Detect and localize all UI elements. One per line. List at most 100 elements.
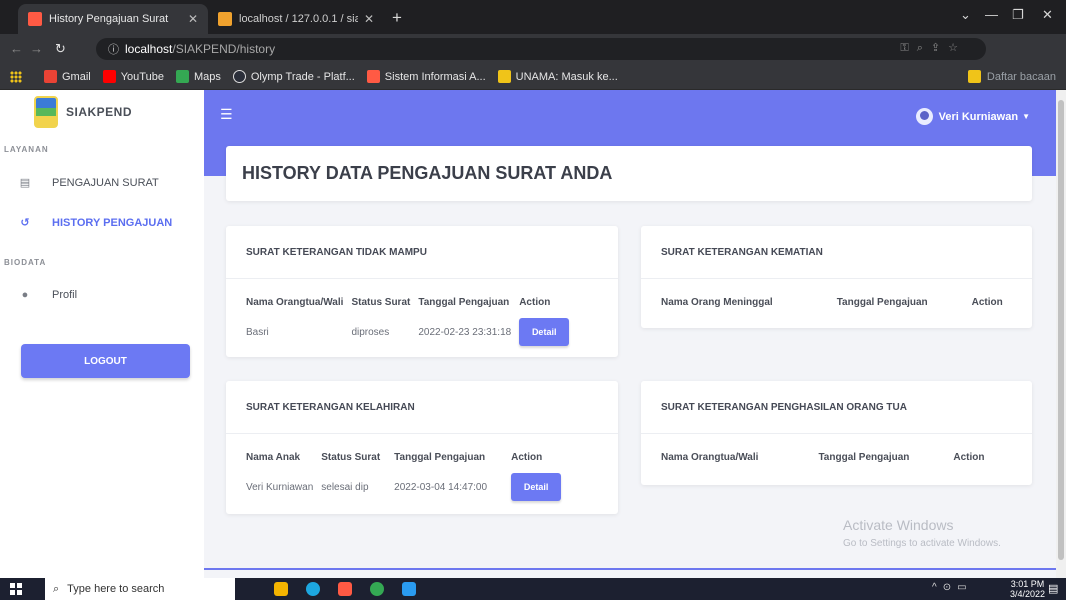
document-icon: ▤ — [19, 177, 31, 189]
table-header-row: Nama Orangtua/Wali Tanggal Pengajuan Act… — [661, 452, 992, 473]
detail-button[interactable]: Detail — [511, 473, 562, 501]
bookmark-olymp-trade[interactable]: Olymp Trade - Platf... — [232, 70, 355, 83]
page-scrollbar[interactable] — [1056, 90, 1066, 578]
new-tab-button[interactable]: + — [392, 8, 402, 28]
bookmark-sistem-informasi[interactable]: Sistem Informasi A... — [366, 70, 486, 83]
restore-window-icon[interactable]: ❐ — [1012, 7, 1024, 23]
url-host: localhost — [125, 42, 173, 56]
minimize-window-icon[interactable]: — — [985, 7, 998, 22]
system-tray-icons[interactable]: ^⊙▭ — [932, 582, 973, 593]
maps-icon — [175, 70, 189, 83]
card-surat-kelahiran: SURAT KETERANGAN KELAHIRAN Nama Anak Sta… — [226, 381, 618, 514]
sidebar: SIAKPEND LAYANAN ▤ PENGAJUAN SURAT ↺ HIS… — [0, 90, 204, 578]
column-header: Tanggal Pengajuan — [836, 297, 928, 308]
youtube-icon — [102, 70, 116, 83]
close-tab-icon[interactable]: ✕ — [188, 12, 198, 26]
back-icon[interactable]: ← — [10, 41, 23, 56]
taskbar-clock[interactable]: 3:01 PM 3/4/2022 — [1010, 579, 1045, 599]
footer-divider — [204, 568, 1056, 570]
column-header: Action — [511, 452, 543, 463]
sidebar-item-label: HISTORY PENGAJUAN — [52, 216, 173, 229]
reading-list[interactable]: Daftar bacaan — [967, 70, 1056, 83]
table-row: Basri diproses 2022-02-23 23:31:18 Detai… — [246, 318, 577, 346]
logout-button[interactable]: LOGOUT — [21, 344, 190, 378]
tab-search-chevron-icon[interactable]: ⌄ — [960, 7, 971, 23]
table-surat-kematian: Nama Orang Meninggal Tanggal Pengajuan A… — [661, 297, 1011, 318]
brand[interactable]: SIAKPEND — [34, 96, 132, 128]
windows-start-icon[interactable] — [10, 583, 22, 595]
user-name: Veri Kurniawan — [938, 110, 1019, 123]
edge-browser-icon[interactable] — [306, 582, 320, 596]
table-surat-penghasilan: Nama Orangtua/Wali Tanggal Pengajuan Act… — [661, 452, 992, 473]
taskbar-search-input[interactable]: ⌕ Type here to search — [45, 578, 235, 600]
history-icon: ↺ — [20, 217, 30, 229]
forward-icon[interactable]: → — [30, 41, 43, 56]
sidebar-item-label: PENGAJUAN SURAT — [52, 176, 159, 189]
cell-action: Detail — [511, 473, 569, 501]
sidebar-item-label: Profil — [52, 289, 78, 301]
browser-tab-bar: History Pengajuan Surat ✕ localhost / 12… — [0, 0, 1066, 34]
apps-grid-icon[interactable] — [10, 70, 22, 83]
bookmark-youtube[interactable]: YouTube — [102, 70, 164, 83]
card-title: SURAT KETERANGAN PENGHASILAN ORANG TUA — [641, 381, 1032, 434]
activate-windows-watermark: Activate Windows Go to Settings to activ… — [843, 517, 1001, 549]
cell-action: Detail — [519, 318, 577, 346]
olymp-trade-icon — [232, 70, 246, 83]
url-input[interactable]: ⓘ localhost/SIAKPEND/history ⚿⌕⇪☆ — [96, 38, 986, 60]
cell-tanggal: 2022-03-04 14:47:00 — [394, 481, 488, 493]
close-tab-icon[interactable]: ✕ — [364, 12, 374, 26]
siakpend-logo-icon — [34, 96, 58, 128]
chrome-browser-icon[interactable] — [370, 582, 384, 596]
column-header: Action — [953, 452, 985, 463]
table-header-row: Nama Anak Status Surat Tanggal Pengajuan… — [246, 452, 569, 473]
column-header: Nama Orangtua/Wali — [246, 297, 344, 308]
column-header: Status Surat — [321, 452, 381, 463]
reading-list-icon — [967, 70, 981, 83]
page-header-card: HISTORY DATA PENGAJUAN SURAT ANDA — [226, 146, 1032, 201]
hamburger-menu-icon[interactable]: ☰ — [220, 106, 233, 123]
table-header-row: Nama Orang Meninggal Tanggal Pengajuan A… — [661, 297, 1011, 318]
cell-nama: Basri — [246, 326, 269, 338]
scrollbar-thumb[interactable] — [1058, 100, 1064, 560]
vscode-icon[interactable] — [402, 582, 416, 596]
user-avatar-icon — [915, 108, 933, 125]
tab-history-pengajuan[interactable]: History Pengajuan Surat ✕ — [18, 4, 208, 34]
section-label-biodata: BIODATA — [4, 258, 47, 267]
brand-name: SIAKPEND — [66, 105, 133, 119]
bookmark-gmail[interactable]: Gmail — [44, 70, 91, 83]
xampp-icon[interactable] — [338, 582, 352, 596]
cell-tanggal: 2022-02-23 23:31:18 — [418, 326, 512, 338]
notification-icon[interactable]: ▤ — [1048, 582, 1058, 595]
detail-button[interactable]: Detail — [519, 318, 570, 346]
bookmark-maps[interactable]: Maps — [175, 70, 221, 83]
bookmarks-bar: Gmail YouTube Maps Olymp Trade - Platf..… — [0, 64, 1066, 90]
close-window-icon[interactable]: ✕ — [1042, 7, 1053, 23]
reload-icon[interactable]: ↻ — [55, 41, 66, 57]
bookmark-unama[interactable]: UNAMA: Masuk ke... — [497, 70, 618, 83]
info-icon[interactable]: ⓘ — [108, 41, 119, 57]
cell-status: diproses — [351, 326, 390, 338]
omnibox-actions[interactable]: ⚿⌕⇪☆ — [900, 41, 966, 55]
caret-down-icon: ▼ — [1022, 112, 1030, 121]
unama-icon — [497, 70, 511, 83]
sidebar-item-pengajuan-surat[interactable]: ▤ PENGAJUAN SURAT — [18, 176, 198, 190]
column-header: Nama Orangtua/Wali — [661, 452, 759, 463]
column-header: Nama Orang Meninggal — [661, 297, 773, 308]
sidebar-item-profil[interactable]: ● Profil — [18, 289, 198, 301]
column-header: Tanggal Pengajuan — [418, 297, 510, 308]
column-header: Tanggal Pengajuan — [818, 452, 910, 463]
url-path: /SIAKPEND/history — [172, 42, 276, 56]
column-header: Action — [519, 297, 551, 308]
user-menu[interactable]: Veri Kurniawan ▼ — [915, 108, 1030, 125]
gmail-icon — [44, 70, 57, 83]
column-header: Nama Anak — [246, 452, 301, 463]
siakpend-favicon-icon — [28, 12, 42, 26]
table-row: Veri Kurniawan selesai dip 2022-03-04 14… — [246, 473, 569, 501]
tab-phpmyadmin[interactable]: localhost / 127.0.0.1 / siakpend / ✕ — [208, 4, 384, 34]
card-surat-kematian: SURAT KETERANGAN KEMATIAN Nama Orang Men… — [641, 226, 1032, 328]
column-header: Action — [971, 297, 1003, 308]
sidebar-item-history-pengajuan[interactable]: ↺ HISTORY PENGAJUAN — [18, 216, 198, 230]
table-header-row: Nama Orangtua/Wali Status Surat Tanggal … — [246, 297, 577, 318]
table-surat-tidak-mampu: Nama Orangtua/Wali Status Surat Tanggal … — [246, 297, 577, 346]
file-explorer-icon[interactable] — [274, 582, 288, 596]
